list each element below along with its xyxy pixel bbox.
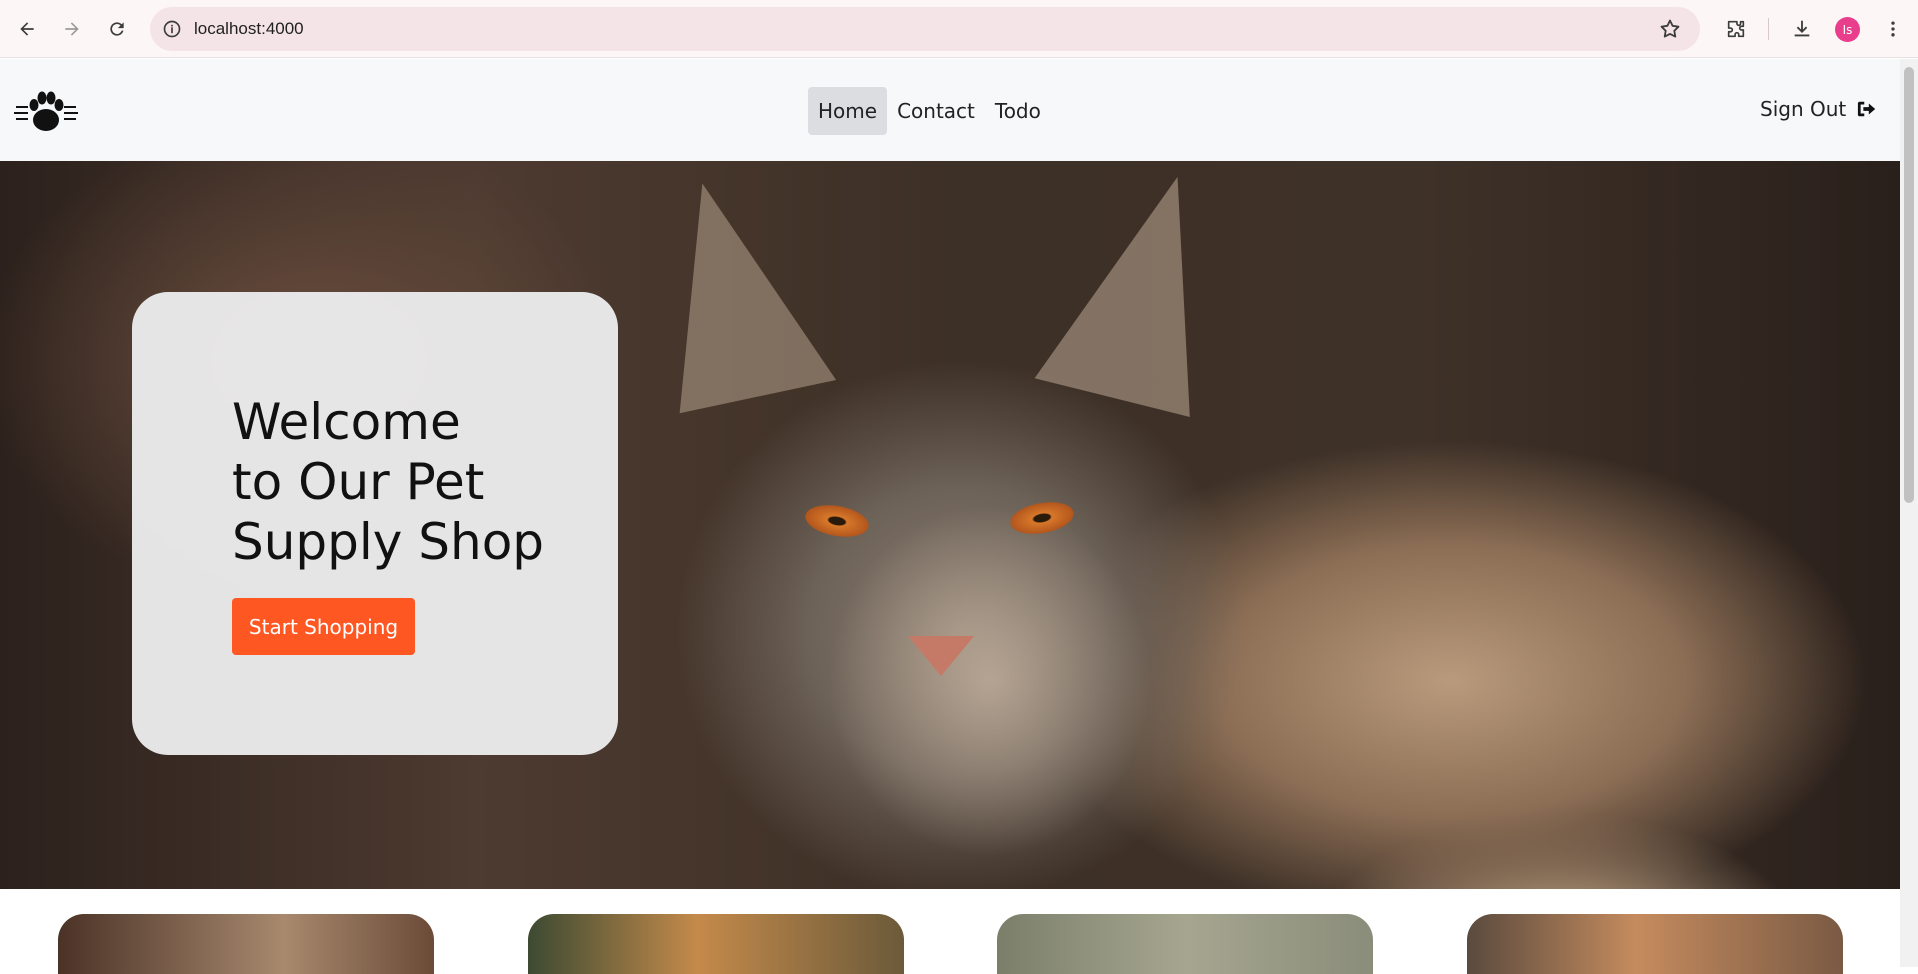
downloads-button[interactable]	[1785, 12, 1819, 46]
hero-card: Welcome to Our Pet Supply Shop Start Sho…	[132, 292, 618, 755]
cat-nose	[908, 636, 974, 676]
site-info-button[interactable]	[150, 7, 194, 51]
hero-banner: Welcome to Our Pet Supply Shop Start Sho…	[0, 161, 1900, 889]
reload-icon	[110, 22, 124, 36]
kebab-menu-icon	[1891, 21, 1895, 37]
cat-ear-right	[1034, 161, 1246, 417]
toolbar-divider	[1768, 18, 1769, 40]
profile-avatar[interactable]: Is	[1835, 17, 1860, 42]
puzzle-icon	[1727, 20, 1745, 38]
product-cards	[0, 889, 1900, 974]
sign-out-icon	[1858, 101, 1876, 117]
nav-home[interactable]: Home	[808, 87, 888, 135]
main-nav: Home Contact Todo	[808, 87, 1051, 135]
paw-icon[interactable]	[14, 90, 78, 134]
browser-chrome: localhost:4000 Is	[0, 0, 1918, 58]
extensions-button[interactable]	[1719, 12, 1753, 46]
nav-todo[interactable]: Todo	[985, 87, 1051, 135]
address-bar[interactable]: localhost:4000	[150, 7, 1700, 51]
product-card[interactable]	[58, 914, 434, 974]
nav-contact[interactable]: Contact	[887, 87, 985, 135]
arrow-left-icon	[20, 22, 34, 36]
back-button[interactable]	[10, 12, 44, 46]
url-text[interactable]: localhost:4000	[194, 19, 304, 39]
star-icon[interactable]	[1658, 17, 1682, 41]
sign-out-label: Sign Out	[1760, 97, 1847, 121]
info-icon	[163, 20, 181, 38]
page-scrollbar[interactable]	[1900, 59, 1918, 967]
forward-button[interactable]	[55, 12, 89, 46]
cat-eye-right	[1007, 497, 1077, 539]
cat-ear-left	[633, 164, 837, 414]
site-header: Home Contact Todo Sign Out	[0, 59, 1900, 162]
product-card[interactable]	[997, 914, 1373, 974]
cat-eye-left	[802, 500, 872, 542]
hero-title: Welcome to Our Pet Supply Shop	[232, 393, 545, 571]
arrow-right-icon	[65, 22, 79, 36]
start-shopping-button[interactable]: Start Shopping	[232, 598, 415, 655]
download-icon	[1794, 20, 1810, 37]
product-card[interactable]	[1467, 914, 1843, 974]
reload-button[interactable]	[100, 12, 134, 46]
scrollbar-thumb[interactable]	[1904, 67, 1914, 503]
product-card[interactable]	[528, 914, 904, 974]
browser-menu-button[interactable]	[1876, 12, 1910, 46]
sign-out-button[interactable]: Sign Out	[1760, 97, 1878, 121]
